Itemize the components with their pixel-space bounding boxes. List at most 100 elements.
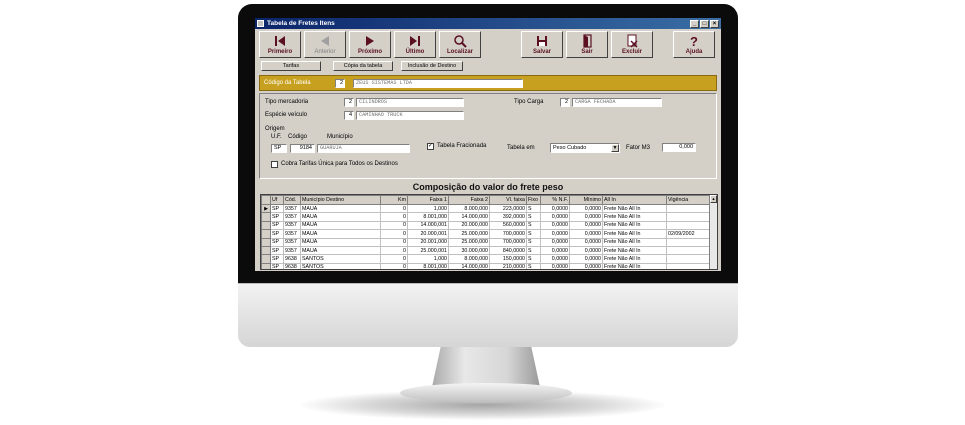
table-cell[interactable]: Frete Não All In: [602, 220, 667, 231]
tipo-mercadoria-code[interactable]: 2: [344, 98, 354, 107]
column-header[interactable]: Vl. faixa: [489, 195, 527, 205]
table-cell[interactable]: 210,0000: [489, 262, 527, 269]
table-row[interactable]: SP 9357 MAUA 0 14.000,001 20.000,000 560,0000 S…: [261, 220, 711, 231]
especie-veiculo-field[interactable]: CAMINHÃO TRUCK: [356, 111, 464, 120]
table-cell[interactable]: SP: [270, 262, 284, 269]
table-cell[interactable]: 1,000: [407, 254, 449, 264]
table-cell[interactable]: 9357: [283, 203, 301, 214]
table-cell[interactable]: SANTOS: [300, 254, 381, 264]
table-cell[interactable]: MAUA: [300, 220, 381, 231]
table-cell[interactable]: 0,0000: [569, 254, 603, 264]
table-cell[interactable]: 02/09/2002: [666, 229, 711, 239]
tabela-fracionada-checkbox[interactable]: ✓: [427, 143, 434, 150]
table-cell[interactable]: 9638: [283, 262, 301, 269]
table-cell[interactable]: 0,0000: [569, 212, 603, 222]
help-button[interactable]: ? Ajuda: [673, 31, 715, 58]
save-button[interactable]: Salvar: [521, 31, 563, 58]
origem-uf-field[interactable]: SP: [271, 144, 287, 153]
close-button[interactable]: ×: [710, 19, 719, 28]
table-row[interactable]: SP 9357 MAUA 0 20.001,000 25.000,000 700,0000 S…: [261, 237, 711, 247]
table-row[interactable]: SP 9357 MAUA 0 20.000,001 25.000,000 700,0000 S…: [261, 229, 711, 239]
exit-button[interactable]: Sair: [566, 31, 608, 58]
current-row-arrow-icon[interactable]: ▶: [261, 203, 271, 214]
table-cell[interactable]: SP: [270, 245, 284, 256]
table-cell[interactable]: 0,0000: [569, 229, 603, 239]
tab-copia-tabela[interactable]: Cópia da tabela: [333, 61, 393, 71]
table-cell[interactable]: MAUA: [300, 245, 381, 256]
table-cell[interactable]: 9357: [283, 229, 301, 239]
especie-veiculo-code[interactable]: 4: [344, 111, 354, 120]
next-record-button[interactable]: Próximo: [349, 31, 391, 58]
table-cell[interactable]: 0: [380, 254, 408, 264]
table-cell[interactable]: Frete Não All In: [602, 203, 667, 214]
table-cell[interactable]: Frete Não All In: [602, 245, 667, 256]
table-cell[interactable]: 20.000,001: [407, 229, 449, 239]
table-cell[interactable]: SP: [270, 220, 284, 231]
table-cell[interactable]: 25.000,000: [448, 229, 490, 239]
table-cell[interactable]: 0,0000: [540, 229, 570, 239]
table-row[interactable]: SP 9357 MAUA 0 25.000,001 30.000,000 840,0000 S…: [261, 245, 711, 256]
table-cell[interactable]: 392,0000: [489, 212, 527, 222]
table-cell[interactable]: 150,0000: [489, 254, 527, 264]
table-cell[interactable]: 700,0000: [489, 229, 527, 239]
table-cell[interactable]: 0,0000: [569, 262, 603, 269]
table-cell[interactable]: [666, 254, 711, 264]
first-record-button[interactable]: Primeiro: [259, 31, 301, 58]
table-cell[interactable]: S: [526, 203, 541, 214]
table-cell[interactable]: [666, 237, 711, 247]
table-cell[interactable]: MAUA: [300, 237, 381, 247]
tabela-em-select[interactable]: Peso Cubado ▼: [550, 143, 620, 153]
table-cell[interactable]: 9357: [283, 245, 301, 256]
table-cell[interactable]: 8.000,000: [448, 254, 490, 264]
table-cell[interactable]: [666, 245, 711, 256]
table-cell[interactable]: 9357: [283, 212, 301, 222]
cobra-tarifas-checkbox[interactable]: [271, 161, 278, 168]
tipo-carga-code[interactable]: 2: [560, 98, 570, 107]
last-record-button[interactable]: Último: [394, 31, 436, 58]
table-cell[interactable]: Frete Não All In: [602, 212, 667, 222]
tipo-carga-field[interactable]: CARGA FECHADA: [572, 98, 662, 107]
table-cell[interactable]: 0,0000: [569, 203, 603, 214]
table-cell[interactable]: 840,0000: [489, 245, 527, 256]
table-cell[interactable]: 0,0000: [540, 237, 570, 247]
table-cell[interactable]: 0: [380, 212, 408, 222]
table-row[interactable]: ▶ SP 9357 MAUA 0 1,000 8.000,000 223,0000 S 0,000…: [261, 203, 711, 214]
delete-button[interactable]: Excluir: [611, 31, 653, 58]
table-cell[interactable]: 0: [380, 237, 408, 247]
table-cell[interactable]: Frete Não All In: [602, 254, 667, 264]
table-cell[interactable]: Frete Não All In: [602, 237, 667, 247]
column-header[interactable]: Faixa 1: [407, 195, 449, 205]
table-cell[interactable]: S: [526, 245, 541, 256]
column-header[interactable]: All In: [602, 195, 667, 205]
table-cell[interactable]: 30.000,000: [448, 245, 490, 256]
table-cell[interactable]: S: [526, 212, 541, 222]
table-cell[interactable]: 9638: [283, 254, 301, 264]
column-header[interactable]: Município Destino: [300, 195, 381, 205]
grid-scrollbar[interactable]: ▲: [709, 195, 717, 269]
tipo-mercadoria-field[interactable]: CILINDROS: [356, 98, 464, 107]
table-cell[interactable]: [666, 220, 711, 231]
row-indicator[interactable]: [261, 245, 271, 256]
table-cell[interactable]: S: [526, 254, 541, 264]
table-row[interactable]: SP 9357 MAUA 0 8.001,000 14.000,000 392,0000 S 0…: [261, 212, 711, 222]
table-cell[interactable]: SANTOS: [300, 262, 381, 269]
table-cell[interactable]: 0,0000: [540, 245, 570, 256]
freight-grid[interactable]: Uf Cód. Município Destino Km Faixa 1 Fai…: [260, 194, 718, 270]
table-cell[interactable]: 9357: [283, 220, 301, 231]
table-cell[interactable]: 0,0000: [569, 245, 603, 256]
table-name-field[interactable]: ZEUS SISTEMAS LTDA: [353, 79, 523, 88]
table-cell[interactable]: SP: [270, 212, 284, 222]
table-row[interactable]: SP 9638 SANTOS 0 8.001,000 14.000,000 210,0000…: [261, 262, 711, 269]
minimize-button[interactable]: _: [690, 19, 699, 28]
origem-codigo-field[interactable]: 9184: [290, 144, 315, 153]
table-cell[interactable]: MAUA: [300, 203, 381, 214]
table-cell[interactable]: SP: [270, 254, 284, 264]
table-cell[interactable]: SP: [270, 229, 284, 239]
table-cell[interactable]: 0,0000: [540, 203, 570, 214]
table-cell[interactable]: 8.001,000: [407, 262, 449, 269]
column-header[interactable]: Vigência: [666, 195, 711, 205]
table-cell[interactable]: 0,0000: [540, 220, 570, 231]
table-cell[interactable]: Frete Não All In: [602, 229, 667, 239]
column-header[interactable]: Fixo: [526, 195, 541, 205]
table-cell[interactable]: [666, 212, 711, 222]
